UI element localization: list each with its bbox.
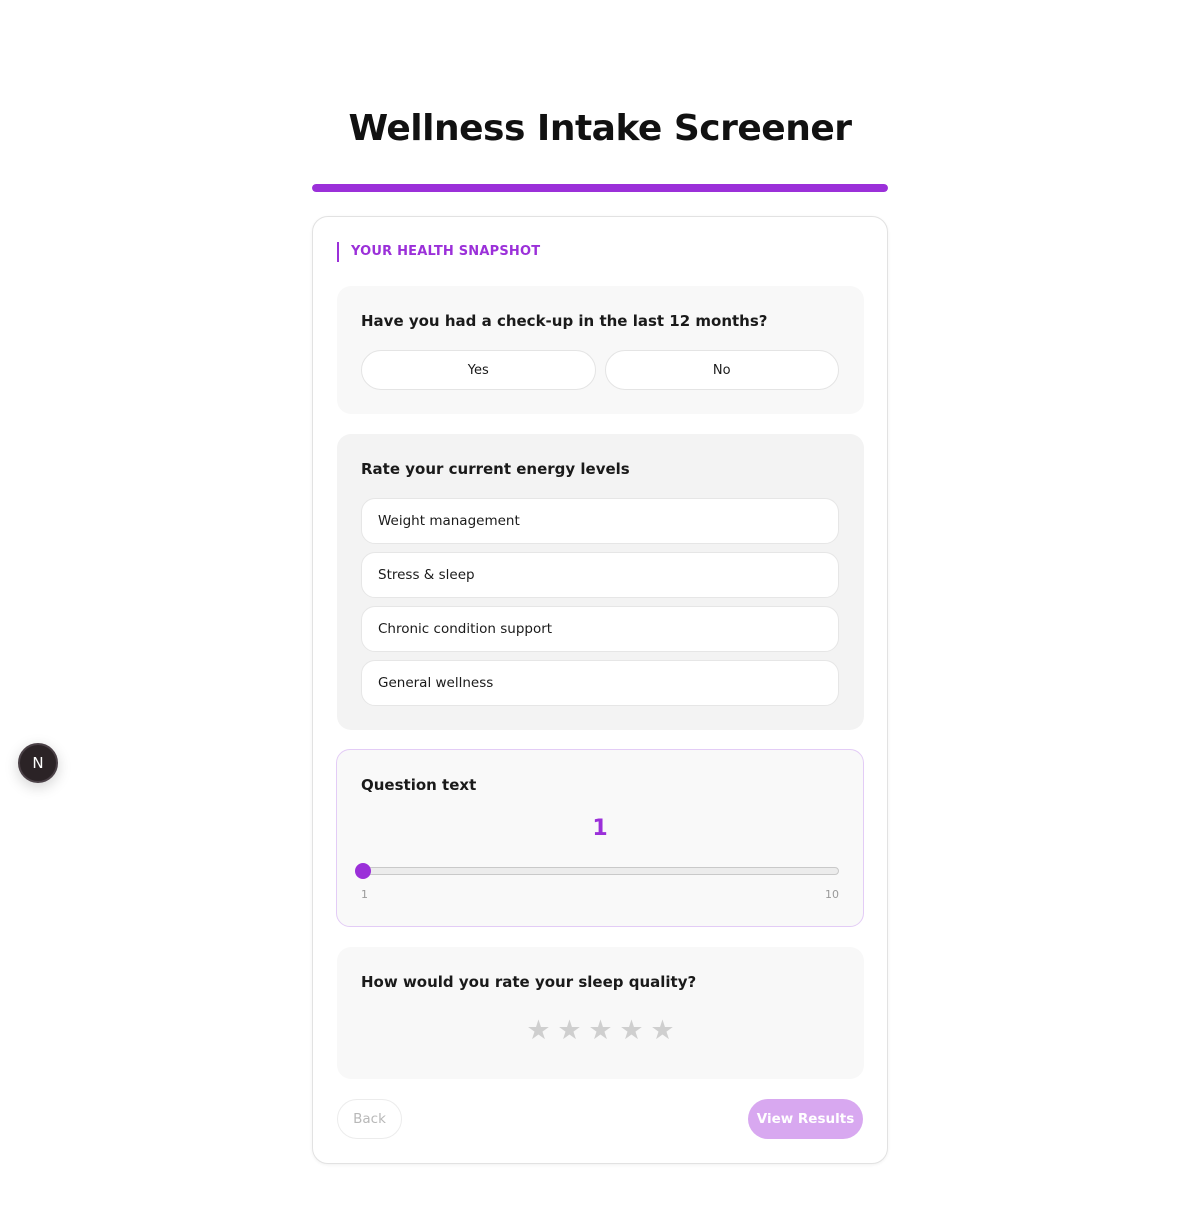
energy-options-list: Weight management Stress & sleep Chronic…: [361, 498, 839, 714]
scale-question-label: Question text: [361, 776, 477, 794]
sleep-question-label: How would you rate your sleep quality?: [361, 973, 697, 991]
page: Wellness Intake Screener YOUR HEALTH SNA…: [0, 0, 1200, 1211]
star-icon[interactable]: ★: [616, 1015, 647, 1047]
dev-tools-badge[interactable]: N: [18, 743, 58, 783]
slider-thumb[interactable]: [355, 863, 371, 879]
star-icon[interactable]: ★: [585, 1015, 616, 1047]
star-icon[interactable]: ★: [523, 1015, 554, 1047]
star-icon[interactable]: ★: [647, 1015, 678, 1047]
yes-button[interactable]: Yes: [361, 350, 596, 390]
no-button[interactable]: No: [604, 350, 839, 390]
option-general-wellness[interactable]: General wellness: [361, 660, 839, 706]
sleep-question-block: How would you rate your sleep quality? ★…: [337, 947, 864, 1079]
option-weight-management[interactable]: Weight management: [361, 498, 839, 544]
form-card: YOUR HEALTH SNAPSHOT Have you had a chec…: [312, 216, 888, 1164]
slider-max-label: 10: [825, 888, 839, 901]
energy-question-block: Rate your current energy levels Weight m…: [337, 434, 864, 730]
view-results-button[interactable]: View Results: [748, 1099, 863, 1139]
slider-value: 1: [592, 816, 608, 841]
star-rating: ★ ★ ★ ★ ★: [337, 1015, 864, 1047]
option-stress-sleep[interactable]: Stress & sleep: [361, 552, 839, 598]
yes-no-group: Yes No: [361, 350, 839, 390]
page-title: Wellness Intake Screener: [348, 108, 852, 149]
energy-question-label: Rate your current energy levels: [361, 460, 630, 478]
scale-slider[interactable]: [355, 863, 839, 879]
section-title: YOUR HEALTH SNAPSHOT: [337, 242, 540, 262]
star-icon[interactable]: ★: [554, 1015, 585, 1047]
scale-question-block: Question text 1 1 10: [336, 749, 864, 927]
progress-bar: [312, 184, 888, 192]
option-chronic-condition-support[interactable]: Chronic condition support: [361, 606, 839, 652]
back-button[interactable]: Back: [337, 1099, 402, 1139]
checkup-question-block: Have you had a check-up in the last 12 m…: [337, 286, 864, 414]
progress-fill: [312, 184, 888, 192]
slider-min-label: 1: [361, 888, 368, 901]
checkup-question-label: Have you had a check-up in the last 12 m…: [361, 312, 768, 330]
